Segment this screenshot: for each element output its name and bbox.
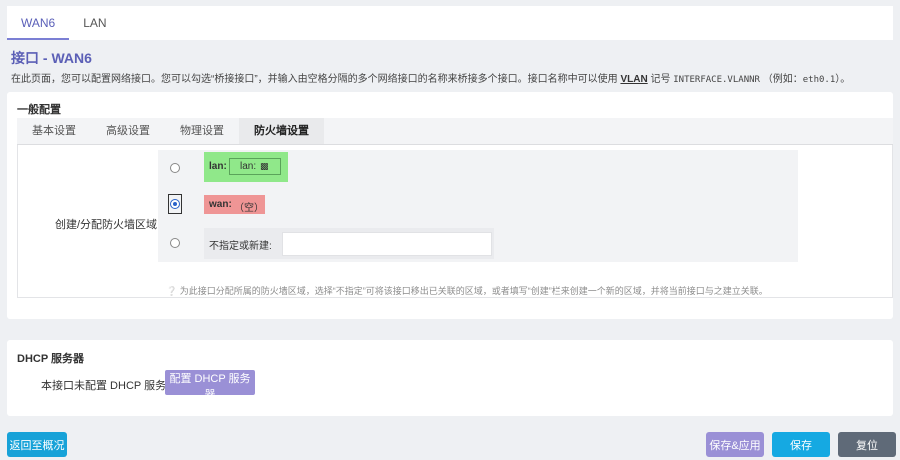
zone-wan-value: （空） xyxy=(234,203,264,214)
page-description: 在此页面，您可以配置网络接口。您可以勾选“桥接接口”，并输入由空格分隔的多个网络… xyxy=(11,70,850,85)
subtab-advanced[interactable]: 高级设置 xyxy=(91,118,165,144)
description-code: INTERFACE.VLANNR xyxy=(673,75,760,85)
zone-lan-member-label: lan: xyxy=(240,161,257,172)
description-text-mid: 记号 xyxy=(650,74,671,85)
zone-new-radio[interactable] xyxy=(170,238,180,248)
tab-lan[interactable]: LAN xyxy=(69,6,120,40)
subtab-physical[interactable]: 物理设置 xyxy=(165,118,239,144)
dhcp-card: DHCP 服务器 本接口未配置 DHCP 服务器 配置 DHCP 服务器 xyxy=(7,340,893,416)
zone-lan-name: lan: xyxy=(209,161,227,172)
general-section-title: 一般配置 xyxy=(17,104,61,116)
description-example-code: eth0.1 xyxy=(802,75,836,85)
zone-wan-name: wan: xyxy=(209,199,232,210)
description-text: 在此页面，您可以配置网络接口。您可以勾选“桥接接口”，并输入由空格分隔的多个网络… xyxy=(11,74,618,85)
tab-wan6[interactable]: WAN6 xyxy=(7,6,70,40)
zone-lan-member: lan: ▩ xyxy=(229,158,281,175)
configure-dhcp-button[interactable]: 配置 DHCP 服务器 xyxy=(165,370,255,401)
save-button[interactable]: 保存 xyxy=(772,432,830,457)
network-port-icon: ▩ xyxy=(260,161,269,171)
reset-button[interactable]: 复位 xyxy=(838,432,896,457)
dhcp-status-label: 本接口未配置 DHCP 服务器 xyxy=(41,380,178,392)
vlan-link[interactable]: VLAN xyxy=(620,74,647,85)
zone-new-input[interactable] xyxy=(282,232,492,256)
zone-hint: ❔ 为此接口分配所属的防火墙区域，选择“不指定”可将该接口移出已关联的区域，或者… xyxy=(166,284,768,297)
back-to-overview-button[interactable]: 返回至概况 xyxy=(7,432,67,457)
save-apply-button[interactable]: 保存&应用 xyxy=(706,432,764,457)
zone-wan-radio[interactable] xyxy=(170,199,180,209)
dhcp-section-title: DHCP 服务器 xyxy=(17,353,85,365)
zone-new-label: 不指定或新建: xyxy=(209,241,272,252)
page-title: 接口 - WAN6 xyxy=(11,50,92,66)
settings-subtabs: 基本设置 高级设置 物理设置 防火墙设置 xyxy=(17,118,893,145)
zone-hint-text: 为此接口分配所属的防火墙区域，选择“不指定”可将该接口移出已关联的区域，或者填写… xyxy=(179,286,768,296)
zone-new-row: 不指定或新建: xyxy=(204,228,494,259)
zone-field-label: 创建/分配防火墙区域 xyxy=(55,219,158,231)
description-example-post: ）。 xyxy=(835,74,851,85)
zone-lan-radio[interactable] xyxy=(170,163,180,173)
subtab-basic[interactable]: 基本设置 xyxy=(17,118,91,144)
interface-tabs: WAN6 LAN xyxy=(7,6,893,40)
zone-wan-badge: wan: （空） xyxy=(204,195,265,214)
help-icon: ❔ xyxy=(166,286,178,296)
zone-lan-badge: lan: lan: ▩ xyxy=(204,152,288,182)
description-example-pre: （例如： xyxy=(762,74,803,85)
subtab-firewall[interactable]: 防火墙设置 xyxy=(239,118,324,144)
